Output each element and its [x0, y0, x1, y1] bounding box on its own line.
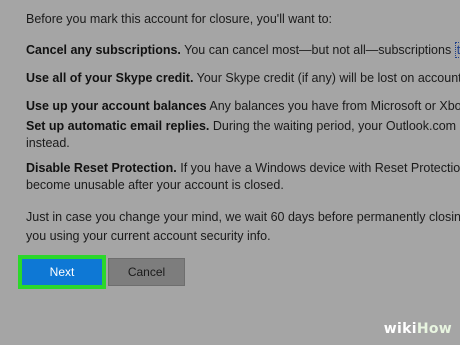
item-text-continued: become unusable after your account is cl…	[26, 178, 284, 192]
item-title: Use up your account balances	[26, 99, 207, 113]
watermark-how: How	[416, 321, 452, 337]
closing-text: Just in case you change your mind, we wa…	[26, 208, 460, 246]
list-item-cancel-subscriptions: Cancel any subscriptions. You can cancel…	[26, 42, 460, 59]
item-text-continued: instead.	[26, 136, 70, 150]
wikihow-watermark: wikiHow	[384, 321, 452, 337]
item-title: Disable Reset Protection.	[26, 161, 177, 175]
intro-text: Before you mark this account for closure…	[26, 12, 332, 26]
cancel-button[interactable]: Cancel	[108, 258, 185, 286]
list-item-skype-credit: Use all of your Skype credit. Your Skype…	[26, 70, 460, 87]
item-title: Cancel any subscriptions.	[26, 43, 181, 57]
item-text: During the waiting period, your Outlook.…	[212, 119, 460, 133]
item-text: You can cancel most—but not all—subscrip…	[180, 43, 455, 57]
item-text: If you have a Windows device with Reset …	[180, 161, 460, 175]
item-title: Use all of your Skype credit.	[26, 71, 194, 85]
item-title: Set up automatic email replies.	[26, 119, 210, 133]
list-item-reset-protection: Disable Reset Protection. If you have a …	[26, 160, 460, 194]
item-text: Any balances you have from Microsoft or …	[209, 99, 460, 113]
closing-line-2: you using your current account security …	[26, 229, 271, 243]
list-item-account-balances: Use up your account balances Any balance…	[26, 98, 460, 115]
list-item-email-replies: Set up automatic email replies. During t…	[26, 118, 460, 152]
next-button-highlight: Next	[18, 255, 106, 289]
closing-line-1: Just in case you change your mind, we wa…	[26, 210, 460, 224]
item-text: Your Skype credit (if any) will be lost …	[196, 71, 460, 85]
account-closure-page: Before you mark this account for closure…	[0, 0, 460, 345]
next-button[interactable]: Next	[22, 259, 102, 285]
through-link[interactable]: through	[454, 42, 460, 58]
watermark-wiki: wiki	[383, 321, 417, 337]
